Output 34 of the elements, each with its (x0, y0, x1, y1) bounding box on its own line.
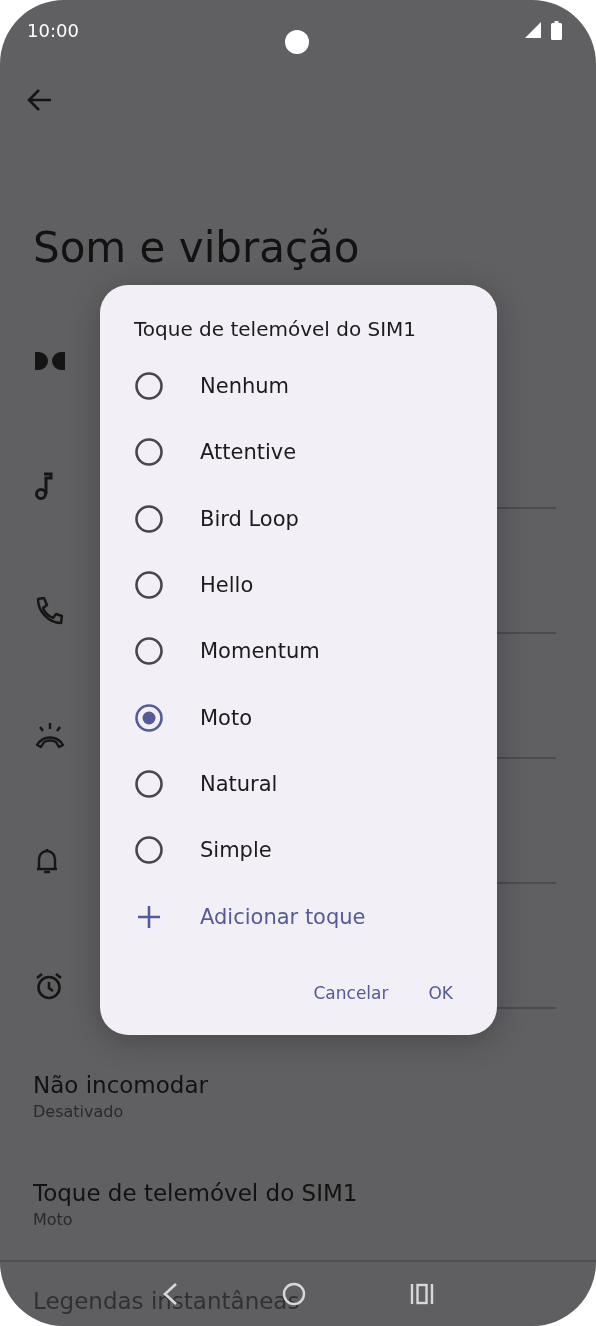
radio-button[interactable] (134, 636, 164, 667)
radio-button[interactable] (134, 437, 164, 468)
recent-apps-icon[interactable] (410, 1283, 434, 1305)
ringtone-option[interactable]: Simple (134, 817, 474, 884)
phone-icon (35, 596, 63, 625)
status-time: 10:00 (27, 19, 79, 41)
camera-hole-icon (285, 30, 309, 54)
back-arrow-icon[interactable] (27, 88, 53, 112)
ringtone-option[interactable]: Nenhum (134, 353, 474, 420)
ringtone-option[interactable]: Moto (134, 684, 474, 751)
dialog-button[interactable]: OK (418, 972, 463, 1013)
ringtone-option[interactable]: Hello (134, 551, 474, 619)
music-note-icon (35, 471, 53, 500)
ringtone-option[interactable]: Momentum (134, 618, 474, 685)
ringtone-option[interactable]: Attentive (134, 419, 474, 486)
radio-button[interactable] (134, 835, 164, 866)
radio-button[interactable] (134, 503, 164, 534)
page-title: Som e vibração (33, 222, 361, 274)
radio-button[interactable] (134, 702, 164, 733)
ringtone-option[interactable]: Natural (134, 750, 474, 818)
ringtone-option[interactable]: Bird Loop (134, 485, 474, 552)
battery-icon (551, 20, 562, 40)
sound-effect-icon (35, 351, 65, 370)
radio-button[interactable] (134, 570, 164, 601)
phone-ringing-icon (35, 722, 65, 749)
bell-icon (35, 846, 59, 875)
plus-icon (138, 905, 160, 928)
radio-button[interactable] (134, 371, 164, 402)
radio-button[interactable] (134, 768, 164, 799)
dialog-title: Toque de telemóvel do SIM1 (134, 316, 417, 343)
alarm-clock-icon (35, 971, 63, 1000)
dialog-button[interactable]: Cancelar (303, 972, 399, 1013)
add-ringtone-button[interactable]: Adicionar toque (134, 883, 474, 950)
signal-icon (524, 21, 542, 39)
